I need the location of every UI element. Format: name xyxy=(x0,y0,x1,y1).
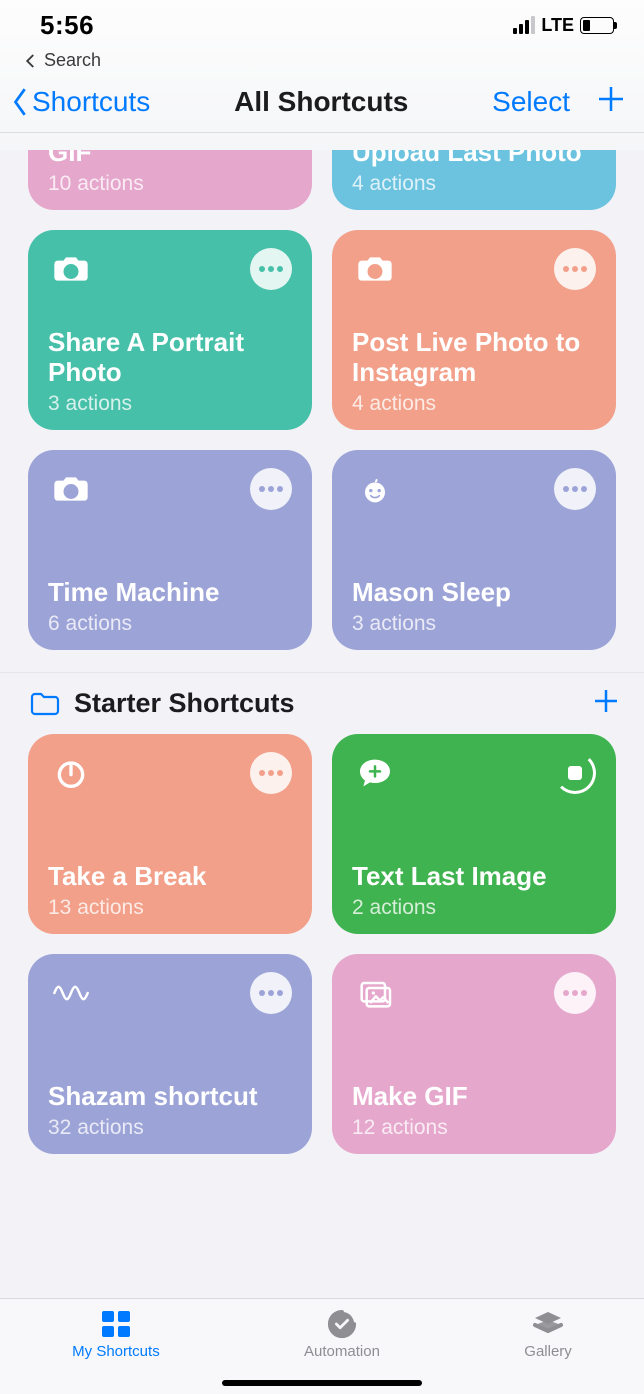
back-breadcrumb-icon xyxy=(22,52,40,70)
page-title: All Shortcuts xyxy=(234,86,408,118)
shortcut-card[interactable]: Post Live Photo to Instagram 4 actions xyxy=(332,230,616,430)
shortcut-subtitle: 3 actions xyxy=(48,392,292,416)
shortcut-title: Text Last Image xyxy=(352,862,596,892)
baby-icon xyxy=(352,466,398,512)
shortcut-title: Convert Burst To GIF xyxy=(48,150,292,168)
breadcrumb[interactable]: Search xyxy=(0,50,644,77)
shortcut-title: Post Live Photo to Instagram xyxy=(352,328,596,388)
add-shortcut-button[interactable] xyxy=(596,84,626,119)
shortcut-card[interactable]: Share A Portrait Photo 3 actions xyxy=(28,230,312,430)
chevron-left-icon xyxy=(10,85,32,119)
shortcut-title: Make GIF xyxy=(352,1082,596,1112)
shortcut-grid: Convert Burst To GIF 10 actions Upload L… xyxy=(0,150,644,672)
shortcut-subtitle: 12 actions xyxy=(352,1116,596,1140)
section-title: Starter Shortcuts xyxy=(74,688,295,719)
plus-icon xyxy=(592,687,620,715)
shortcut-subtitle: 2 actions xyxy=(352,896,596,920)
tab-my-shortcuts[interactable]: My Shortcuts xyxy=(72,1309,160,1394)
shortcut-title: Time Machine xyxy=(48,578,292,608)
shortcut-subtitle: 6 actions xyxy=(48,612,292,636)
shortcut-card[interactable]: Make GIF 12 actions xyxy=(332,954,616,1154)
shortcut-subtitle: 13 actions xyxy=(48,896,292,920)
camera-icon xyxy=(48,466,94,512)
shortcut-subtitle: 32 actions xyxy=(48,1116,292,1140)
network-label: LTE xyxy=(541,15,574,36)
stack-icon xyxy=(530,1309,566,1339)
select-button[interactable]: Select xyxy=(492,86,570,118)
message-plus-icon xyxy=(352,750,398,796)
tab-label: My Shortcuts xyxy=(72,1343,160,1360)
shortcut-title: Take a Break xyxy=(48,862,292,892)
tab-label: Gallery xyxy=(524,1343,572,1360)
grid-icon xyxy=(98,1309,134,1339)
back-label: Shortcuts xyxy=(32,86,150,118)
shortcut-subtitle: 4 actions xyxy=(352,392,596,416)
status-time: 5:56 xyxy=(40,10,94,41)
shortcut-subtitle: 4 actions xyxy=(352,172,596,196)
more-icon[interactable] xyxy=(250,468,292,510)
shortcut-subtitle: 3 actions xyxy=(352,612,596,636)
shortcut-title: Mason Sleep xyxy=(352,578,596,608)
navbar: Shortcuts All Shortcuts Select xyxy=(0,77,644,133)
content-scroll[interactable]: Convert Burst To GIF 10 actions Upload L… xyxy=(0,150,644,1298)
wave-icon xyxy=(48,970,94,1016)
section-add-button[interactable] xyxy=(592,687,620,720)
tab-label: Automation xyxy=(304,1343,380,1360)
tab-gallery[interactable]: Gallery xyxy=(524,1309,572,1394)
more-icon[interactable] xyxy=(554,972,596,1014)
photos-icon xyxy=(352,970,398,1016)
shortcut-card[interactable]: Shazam shortcut 32 actions xyxy=(28,954,312,1154)
shortcut-title: Shazam shortcut xyxy=(48,1082,292,1112)
shortcut-card[interactable]: Mason Sleep 3 actions xyxy=(332,450,616,650)
shortcut-card[interactable]: Time Machine 6 actions xyxy=(28,450,312,650)
camera-icon xyxy=(352,246,398,292)
shortcut-title: Share A Portrait Photo xyxy=(48,328,292,388)
more-icon[interactable] xyxy=(554,248,596,290)
signal-bars-icon xyxy=(513,16,535,34)
home-indicator xyxy=(222,1380,422,1386)
more-icon[interactable] xyxy=(554,468,596,510)
status-bar: 5:56 LTE xyxy=(0,0,644,50)
clock-check-icon xyxy=(324,1309,360,1339)
running-spinner-icon[interactable] xyxy=(554,752,596,794)
timer-icon xyxy=(48,750,94,796)
folder-icon xyxy=(30,692,60,716)
shortcut-card[interactable]: Convert Burst To GIF 10 actions xyxy=(28,150,312,210)
shortcut-card[interactable]: Take a Break 13 actions xyxy=(28,734,312,934)
shortcut-grid: Take a Break 13 actions Text Last Image … xyxy=(0,734,644,1176)
shortcut-title: Upload Last Photo xyxy=(352,150,596,168)
battery-icon xyxy=(580,17,614,34)
camera-icon xyxy=(48,246,94,292)
section-header[interactable]: Starter Shortcuts xyxy=(0,672,644,734)
back-button[interactable]: Shortcuts xyxy=(10,85,150,119)
shortcut-subtitle: 10 actions xyxy=(48,172,292,196)
more-icon[interactable] xyxy=(250,752,292,794)
status-right: LTE xyxy=(513,15,614,36)
shortcut-card[interactable]: Upload Last Photo 4 actions xyxy=(332,150,616,210)
breadcrumb-label: Search xyxy=(44,50,101,71)
plus-icon xyxy=(596,84,626,114)
shortcut-card[interactable]: Text Last Image 2 actions xyxy=(332,734,616,934)
more-icon[interactable] xyxy=(250,248,292,290)
more-icon[interactable] xyxy=(250,972,292,1014)
